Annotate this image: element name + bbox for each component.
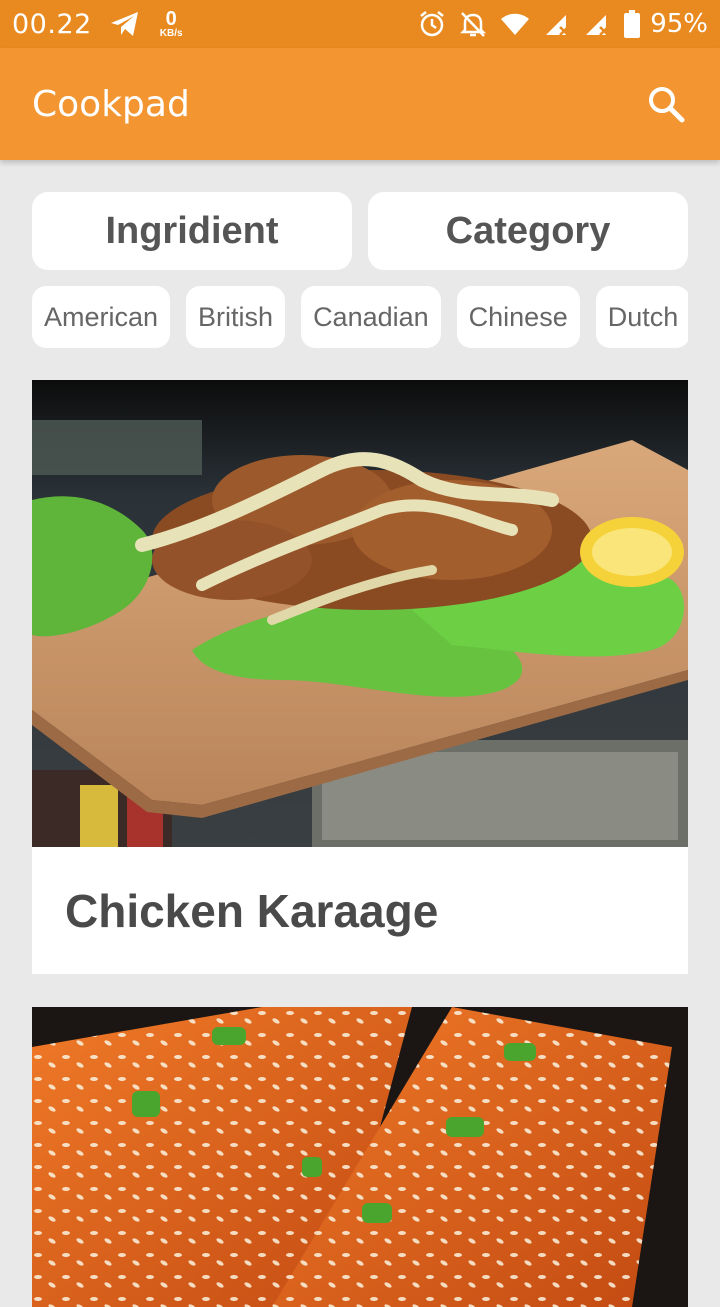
search-icon <box>649 87 685 123</box>
notifications-off-icon <box>460 10 487 38</box>
recipe-card[interactable] <box>32 1007 688 1307</box>
app-title: Cookpad <box>32 83 190 125</box>
app-bar: Cookpad <box>0 48 720 160</box>
recipe-card[interactable]: Chicken Karaage <box>32 380 688 974</box>
chip-british[interactable]: British <box>186 286 286 348</box>
alarm-icon <box>418 10 446 38</box>
search-button[interactable] <box>644 82 688 126</box>
area-chip-list[interactable]: American British Canadian Chinese Dutch <box>32 286 688 348</box>
status-time: 00.22 <box>12 8 92 40</box>
signal-icon <box>584 11 610 37</box>
network-speed: 0 KB/s <box>159 8 183 39</box>
ingredient-button[interactable]: Ingridient <box>32 192 352 270</box>
recipe-title: Chicken Karaage <box>65 884 439 937</box>
chip-canadian[interactable]: Canadian <box>301 286 441 348</box>
filter-toggle-row: Ingridient Category <box>32 192 688 270</box>
telegram-icon <box>110 11 140 37</box>
chip-chinese[interactable]: Chinese <box>456 286 580 348</box>
battery-icon <box>624 10 641 38</box>
chip-dutch[interactable]: Dutch <box>595 286 688 348</box>
status-bar: 00.22 0 KB/s 95% <box>0 0 720 48</box>
wifi-icon <box>500 12 530 36</box>
recipe-image <box>32 1007 688 1307</box>
signal-icon <box>544 11 570 37</box>
recipe-image <box>32 380 688 847</box>
battery-level: 95% <box>650 9 708 39</box>
category-button[interactable]: Category <box>368 192 688 270</box>
chip-american[interactable]: American <box>32 286 171 348</box>
